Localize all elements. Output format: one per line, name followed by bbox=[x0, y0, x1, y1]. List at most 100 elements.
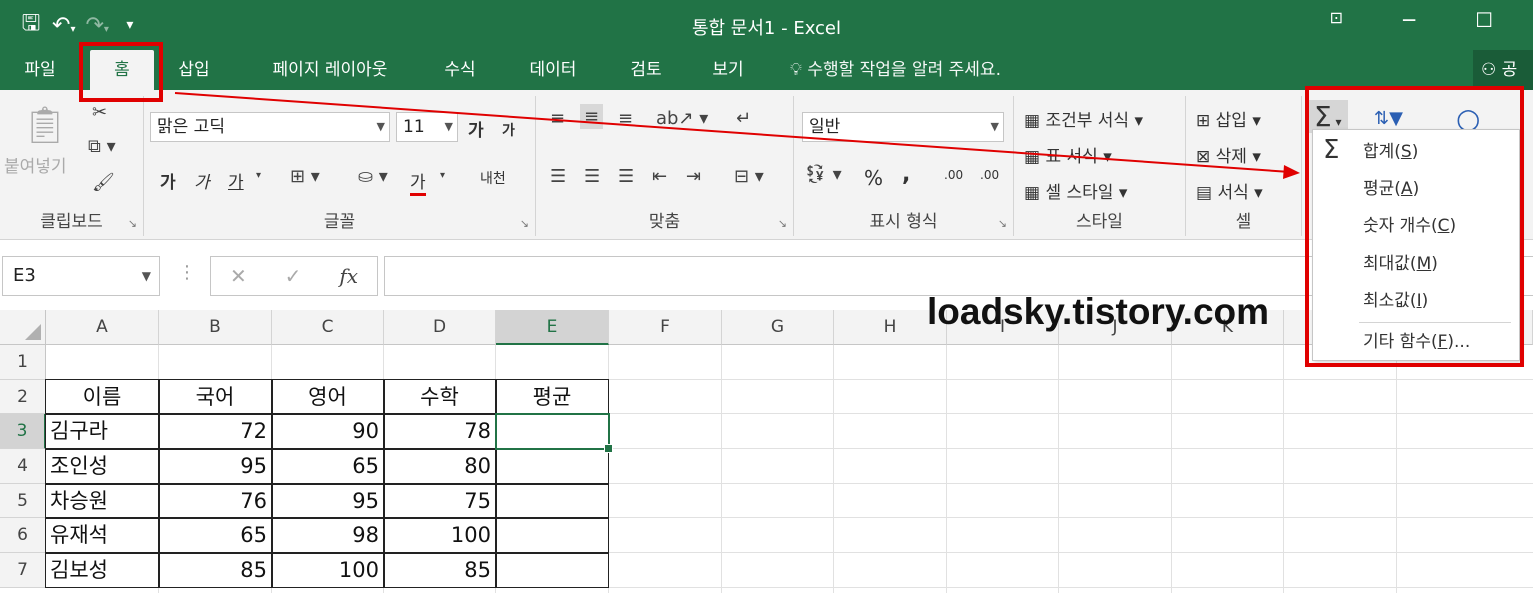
select-all-button[interactable] bbox=[0, 310, 46, 345]
menu-item-max[interactable]: 최대값(M) bbox=[1313, 246, 1519, 282]
decrease-indent-icon[interactable]: ⇤ bbox=[652, 166, 667, 187]
table-header-cell[interactable]: 국어 bbox=[159, 380, 271, 414]
copy-icon[interactable]: ⧉ ▾ bbox=[88, 136, 116, 157]
share-button[interactable]: ⚇ 공 bbox=[1473, 50, 1533, 90]
column-header[interactable]: G bbox=[722, 310, 834, 345]
menu-item-sum[interactable]: Σ 합계(S) bbox=[1313, 134, 1519, 170]
comma-button[interactable]: , bbox=[902, 162, 910, 187]
column-header[interactable]: F bbox=[609, 310, 722, 345]
selected-cell-e3[interactable] bbox=[495, 413, 613, 453]
increase-decimal-button[interactable]: .00 bbox=[944, 168, 963, 182]
row-header[interactable]: 7 bbox=[0, 553, 46, 588]
table-cell[interactable]: 78 bbox=[384, 414, 495, 448]
column-header[interactable]: A bbox=[46, 310, 159, 345]
conditional-format-button[interactable]: ▦ 조건부 서식 ▾ bbox=[1024, 106, 1143, 131]
chevron-down-icon[interactable]: ▼ bbox=[142, 257, 151, 295]
row-header[interactable]: 4 bbox=[0, 449, 46, 484]
align-center-icon[interactable]: ☰ bbox=[584, 166, 600, 187]
table-cell[interactable]: 72 bbox=[159, 414, 271, 448]
launcher-icon[interactable]: ↘ bbox=[778, 217, 787, 230]
table-cell[interactable]: 차승원 bbox=[46, 484, 158, 518]
sort-filter-icon[interactable]: ⇅▼ bbox=[1374, 108, 1403, 129]
align-middle-icon[interactable]: ≡ bbox=[580, 104, 604, 129]
table-header-cell[interactable]: 이름 bbox=[46, 380, 158, 414]
orientation-icon[interactable]: ab↗ ▾ bbox=[656, 108, 708, 129]
italic-button[interactable]: 가 bbox=[194, 168, 210, 193]
row-header[interactable]: 6 bbox=[0, 518, 46, 553]
table-cell[interactable]: 75 bbox=[384, 484, 495, 518]
row-header[interactable]: 5 bbox=[0, 484, 46, 518]
paste-button[interactable]: 붙여넣기 bbox=[4, 152, 67, 177]
number-format-combo[interactable]: 일반 ▼ bbox=[802, 112, 1004, 142]
format-painter-icon[interactable]: 🖌︎ bbox=[92, 172, 115, 193]
align-bottom-icon[interactable]: ≡ bbox=[618, 108, 633, 129]
table-cell[interactable]: 65 bbox=[272, 449, 383, 483]
cell-styles-button[interactable]: ▦ 셀 스타일 ▾ bbox=[1024, 178, 1127, 203]
insert-function-icon[interactable]: fx bbox=[339, 264, 358, 288]
row-header[interactable]: 1 bbox=[0, 345, 46, 380]
table-cell[interactable]: 조인성 bbox=[46, 449, 158, 483]
launcher-icon[interactable]: ↘ bbox=[128, 217, 137, 230]
launcher-icon[interactable]: ↘ bbox=[520, 217, 529, 230]
menu-item-min[interactable]: 최소값(I) bbox=[1313, 283, 1519, 319]
clipboard-icon[interactable]: 📋︎ bbox=[22, 104, 68, 146]
column-header[interactable]: E bbox=[496, 310, 609, 345]
bold-button[interactable]: 가 bbox=[160, 168, 176, 193]
format-cells-button[interactable]: ▤ 서식 ▾ bbox=[1196, 178, 1263, 203]
table-cell[interactable]: 김구라 bbox=[46, 414, 158, 448]
border-icon[interactable]: ⊞ ▾ bbox=[290, 166, 320, 187]
fill-color-icon[interactable]: ⛀ ▾ bbox=[358, 166, 388, 187]
table-cell[interactable]: 100 bbox=[384, 518, 495, 552]
tab-formulas[interactable]: 수식 bbox=[428, 50, 492, 90]
tab-review[interactable]: 검토 bbox=[614, 50, 678, 90]
maximize-button[interactable]: ☐ bbox=[1475, 8, 1493, 32]
chevron-down-icon[interactable]: ▾ bbox=[440, 170, 445, 181]
table-cell[interactable]: 85 bbox=[384, 553, 495, 587]
ribbon-display-icon[interactable]: ⊡ bbox=[1330, 8, 1343, 32]
column-header[interactable]: B bbox=[159, 310, 272, 345]
tab-data[interactable]: 데이터 bbox=[516, 50, 590, 90]
tell-me-search[interactable]: 💡︎ 수행할 작업을 알려 주세요. bbox=[790, 50, 1001, 90]
font-name-combo[interactable]: 맑은 고딕 ▼ bbox=[150, 112, 390, 142]
table-cell[interactable]: 85 bbox=[159, 553, 271, 587]
font-color-button[interactable]: 가 bbox=[410, 168, 426, 196]
table-cell[interactable]: 80 bbox=[384, 449, 495, 483]
increase-indent-icon[interactable]: ⇥ bbox=[686, 166, 701, 187]
name-box[interactable]: E3 ▼ bbox=[2, 256, 160, 296]
shrink-font-button[interactable]: 가 bbox=[502, 120, 515, 140]
table-header-cell[interactable]: 영어 bbox=[272, 380, 383, 414]
phonetic-button[interactable]: 내천 bbox=[480, 168, 506, 188]
table-header-cell[interactable]: 평균 bbox=[496, 380, 608, 414]
table-cell[interactable]: 65 bbox=[159, 518, 271, 552]
format-as-table-button[interactable]: ▦ 표 서식 ▾ bbox=[1024, 142, 1112, 167]
table-cell[interactable]: 76 bbox=[159, 484, 271, 518]
delete-cells-button[interactable]: ⊠ 삭제 ▾ bbox=[1196, 142, 1261, 167]
chevron-down-icon[interactable]: ▾ bbox=[256, 170, 261, 181]
menu-item-count-numbers[interactable]: 숫자 개수(C) bbox=[1313, 208, 1519, 244]
underline-button[interactable]: 가 bbox=[228, 168, 244, 193]
insert-cells-button[interactable]: ⊞ 삽입 ▾ bbox=[1196, 106, 1261, 131]
minimize-button[interactable]: ─ bbox=[1403, 8, 1415, 32]
column-header[interactable]: C bbox=[272, 310, 384, 345]
table-cell[interactable]: 100 bbox=[272, 553, 383, 587]
table-cell[interactable]: 95 bbox=[159, 449, 271, 483]
table-cell[interactable]: 95 bbox=[272, 484, 383, 518]
tab-view[interactable]: 보기 bbox=[696, 50, 760, 90]
table-header-cell[interactable]: 수학 bbox=[384, 380, 495, 414]
grow-font-button[interactable]: 가 bbox=[468, 116, 484, 141]
currency-icon[interactable]: 💱︎ ▾ bbox=[804, 164, 842, 185]
decrease-decimal-button[interactable]: .00 bbox=[980, 168, 999, 182]
wrap-text-icon[interactable]: ↵ bbox=[736, 108, 751, 129]
percent-button[interactable]: % bbox=[864, 166, 883, 190]
menu-item-more-functions[interactable]: 기타 함수(F)... bbox=[1313, 324, 1519, 360]
cut-icon[interactable]: ✂ bbox=[92, 102, 107, 123]
row-header[interactable]: 3 bbox=[0, 414, 46, 449]
cancel-icon[interactable]: ✕ bbox=[230, 264, 247, 288]
merge-icon[interactable]: ⊟ ▾ bbox=[734, 166, 764, 187]
align-top-icon[interactable]: ≡ bbox=[550, 108, 565, 129]
enter-icon[interactable]: ✓ bbox=[285, 264, 302, 288]
launcher-icon[interactable]: ↘ bbox=[998, 217, 1007, 230]
font-size-combo[interactable]: 11 ▼ bbox=[396, 112, 458, 142]
align-left-icon[interactable]: ☰ bbox=[550, 166, 566, 187]
table-cell[interactable]: 유재석 bbox=[46, 518, 158, 552]
